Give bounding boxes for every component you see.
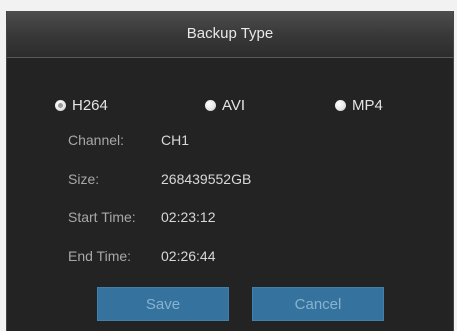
end-time-row: End Time: 02:26:44: [68, 246, 216, 266]
radio-mp4[interactable]: MP4: [335, 97, 383, 114]
dialog-title: Backup Type: [186, 25, 274, 42]
radio-selected-icon: [55, 100, 66, 111]
channel-label: Channel:: [68, 132, 125, 148]
radio-avi-label: AVI: [222, 97, 246, 114]
format-radio-group: H264 AVI MP4: [7, 97, 453, 117]
end-time-value: 02:26:44: [161, 248, 216, 264]
radio-mp4-label: MP4: [352, 97, 383, 114]
start-time-value: 02:23:12: [161, 209, 216, 225]
radio-h264-label: H264: [72, 97, 108, 114]
save-button[interactable]: Save: [97, 287, 229, 321]
channel-value: CH1: [161, 132, 190, 148]
size-row: Size: 268439552GB: [68, 169, 251, 189]
channel-row: Channel: CH1: [68, 130, 189, 150]
end-time-label: End Time:: [68, 248, 132, 264]
radio-unselected-icon: [335, 100, 346, 111]
start-time-label: Start Time:: [68, 209, 136, 225]
backup-type-dialog: Backup Type H264 AVI MP4 Channel: CH1 Si…: [6, 11, 454, 331]
size-label: Size:: [68, 171, 100, 187]
radio-unselected-icon: [205, 100, 216, 111]
dialog-title-bar: Backup Type: [7, 11, 453, 58]
radio-avi[interactable]: AVI: [205, 97, 245, 114]
cancel-button[interactable]: Cancel: [252, 287, 384, 321]
size-value: 268439552GB: [161, 171, 252, 187]
start-time-row: Start Time: 02:23:12: [68, 207, 216, 227]
radio-h264[interactable]: H264: [55, 97, 108, 114]
